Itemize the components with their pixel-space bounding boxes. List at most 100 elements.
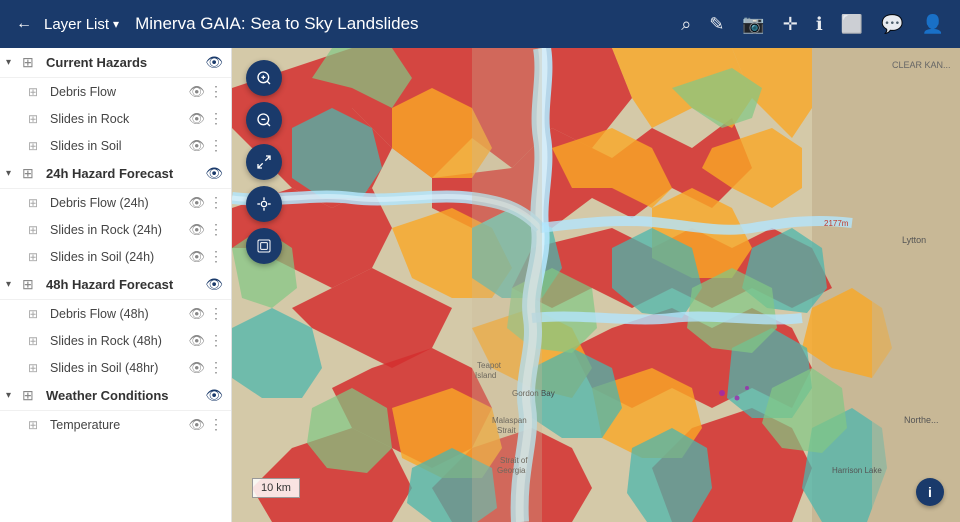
location-button[interactable] — [246, 186, 282, 222]
scale-label: 10 km — [261, 482, 291, 494]
layer-eye-icon[interactable]: 👁 — [188, 138, 205, 154]
map-view[interactable]: CLEAR KAN... Lytton Northe... Teapot Isl… — [232, 48, 960, 522]
layer-label: Debris Flow — [50, 85, 188, 99]
crosshair-icon[interactable]: ✛ — [783, 14, 798, 35]
layer-label: Slides in Soil (48hr) — [50, 361, 188, 375]
layer-more-icon[interactable]: ⋮ — [209, 332, 223, 349]
layer-slides-soil[interactable]: ⊞ Slides in Soil 👁 ⋮ — [0, 132, 231, 159]
layer-eye-icon[interactable]: 👁 — [188, 306, 205, 322]
layer-slides-rock-48h[interactable]: ⊞ Slides in Rock (48h) 👁 ⋮ — [0, 327, 231, 354]
layer-actions: 👁 ⋮ — [188, 221, 223, 238]
chevron-icon: ▾ — [6, 168, 22, 179]
layer-more-icon[interactable]: ⋮ — [209, 110, 223, 127]
group-label: Weather Conditions — [46, 388, 205, 403]
visibility-icon[interactable]: 👁 — [205, 276, 223, 293]
layer-debris-flow[interactable]: ⊞ Debris Flow 👁 ⋮ — [0, 78, 231, 105]
layers-icon: ⊞ — [22, 54, 42, 71]
layers-icon: ⊞ — [22, 387, 42, 404]
layer-actions: 👁 ⋮ — [188, 305, 223, 322]
chevron-icon: ▾ — [6, 390, 22, 401]
camera-icon[interactable]: 📷 — [742, 14, 764, 35]
zoom-out-button[interactable] — [246, 102, 282, 138]
layer-eye-icon[interactable]: 👁 — [188, 222, 205, 238]
layers-icon: ⊞ — [22, 276, 42, 293]
layers-button[interactable] — [246, 228, 282, 264]
layer-more-icon[interactable]: ⋮ — [209, 137, 223, 154]
group-label: 24h Hazard Forecast — [46, 166, 205, 181]
app-header: ← Layer List ▾ Minerva GAIA: Sea to Sky … — [0, 0, 960, 48]
layer-more-icon[interactable]: ⋮ — [209, 248, 223, 265]
layer-label: Slides in Rock (24h) — [50, 223, 188, 237]
layer-actions: 👁 ⋮ — [188, 416, 223, 433]
layer-label: Debris Flow (48h) — [50, 307, 188, 321]
group-current-hazards[interactable]: ▾ ⊞ Current Hazards 👁 — [0, 48, 231, 78]
layer-slides-rock[interactable]: ⊞ Slides in Rock 👁 ⋮ — [0, 105, 231, 132]
layer-eye-icon[interactable]: 👁 — [188, 360, 205, 376]
layer-list-label[interactable]: Layer List — [44, 16, 109, 33]
layer-eye-icon[interactable]: 👁 — [188, 111, 205, 127]
layer-temperature[interactable]: ⊞ Temperature 👁 ⋮ — [0, 411, 231, 438]
layer-thumb-icon: ⊞ — [28, 334, 46, 348]
visibility-icon[interactable]: 👁 — [205, 165, 223, 182]
info-label: i — [928, 484, 932, 500]
zoom-in-button[interactable] — [246, 60, 282, 96]
layer-panel: ▾ ⊞ Current Hazards 👁 ⊞ Debris Flow 👁 ⋮ … — [0, 48, 232, 522]
layer-debris-flow-48h[interactable]: ⊞ Debris Flow (48h) 👁 ⋮ — [0, 300, 231, 327]
layer-thumb-icon: ⊞ — [28, 85, 46, 99]
layer-actions: 👁 ⋮ — [188, 110, 223, 127]
layer-more-icon[interactable]: ⋮ — [209, 416, 223, 433]
search-icon[interactable]: ⌕ — [681, 14, 691, 35]
svg-text:Harrison Lake: Harrison Lake — [832, 466, 882, 475]
svg-text:Northe...: Northe... — [904, 415, 939, 425]
layer-actions: 👁 ⋮ — [188, 137, 223, 154]
layer-eye-icon[interactable]: 👁 — [188, 195, 205, 211]
layer-eye-icon[interactable]: 👁 — [188, 249, 205, 265]
group-weather-conditions[interactable]: ▾ ⊞ Weather Conditions 👁 — [0, 381, 231, 411]
account-icon[interactable]: 👤 — [922, 14, 944, 35]
layer-more-icon[interactable]: ⋮ — [209, 359, 223, 376]
display-icon[interactable]: ⬜ — [841, 14, 863, 35]
layer-actions: 👁 ⋮ — [188, 359, 223, 376]
dropdown-icon[interactable]: ▾ — [113, 17, 119, 31]
pen-icon[interactable]: ✎ — [709, 14, 724, 35]
map-info-button[interactable]: i — [916, 478, 944, 506]
layer-thumb-icon: ⊞ — [28, 418, 46, 432]
back-icon: ← — [16, 15, 32, 33]
layer-eye-icon[interactable]: 👁 — [188, 84, 205, 100]
group-48h-hazard[interactable]: ▾ ⊞ 48h Hazard Forecast 👁 — [0, 270, 231, 300]
info-circle-icon[interactable]: ℹ — [816, 14, 823, 35]
layer-eye-icon[interactable]: 👁 — [188, 333, 205, 349]
layer-slides-rock-24h[interactable]: ⊞ Slides in Rock (24h) 👁 ⋮ — [0, 216, 231, 243]
map-canvas[interactable]: CLEAR KAN... Lytton Northe... Teapot Isl… — [232, 48, 960, 522]
layer-more-icon[interactable]: ⋮ — [209, 305, 223, 322]
layer-actions: 👁 ⋮ — [188, 332, 223, 349]
layer-slides-soil-48h[interactable]: ⊞ Slides in Soil (48hr) 👁 ⋮ — [0, 354, 231, 381]
speech-icon[interactable]: 💬 — [881, 14, 903, 35]
svg-text:CLEAR KAN...: CLEAR KAN... — [892, 60, 951, 70]
layer-slides-soil-24h[interactable]: ⊞ Slides in Soil (24h) 👁 ⋮ — [0, 243, 231, 270]
layer-thumb-icon: ⊞ — [28, 223, 46, 237]
group-label: 48h Hazard Forecast — [46, 277, 205, 292]
layer-more-icon[interactable]: ⋮ — [209, 83, 223, 100]
layer-thumb-icon: ⊞ — [28, 361, 46, 375]
chevron-icon: ▾ — [6, 57, 22, 68]
layer-thumb-icon: ⊞ — [28, 139, 46, 153]
visibility-icon[interactable]: 👁 — [205, 387, 223, 404]
header-toolbar: ⌕ ✎ 📷 ✛ ℹ ⬜ 💬 👤 — [681, 14, 944, 35]
group-label: Current Hazards — [46, 55, 205, 70]
svg-text:Lytton: Lytton — [902, 235, 926, 245]
layer-more-icon[interactable]: ⋮ — [209, 221, 223, 238]
layer-thumb-icon: ⊞ — [28, 196, 46, 210]
back-button[interactable]: ← — [16, 15, 32, 33]
map-toolbar — [246, 60, 282, 264]
layer-more-icon[interactable]: ⋮ — [209, 194, 223, 211]
main-content: ▾ ⊞ Current Hazards 👁 ⊞ Debris Flow 👁 ⋮ … — [0, 48, 960, 522]
layer-debris-flow-24h[interactable]: ⊞ Debris Flow (24h) 👁 ⋮ — [0, 189, 231, 216]
visibility-icon[interactable]: 👁 — [205, 54, 223, 71]
group-24h-hazard[interactable]: ▾ ⊞ 24h Hazard Forecast 👁 — [0, 159, 231, 189]
layer-thumb-icon: ⊞ — [28, 307, 46, 321]
layer-eye-icon[interactable]: 👁 — [188, 417, 205, 433]
layer-label: Slides in Rock (48h) — [50, 334, 188, 348]
layer-thumb-icon: ⊞ — [28, 250, 46, 264]
fullscreen-button[interactable] — [246, 144, 282, 180]
